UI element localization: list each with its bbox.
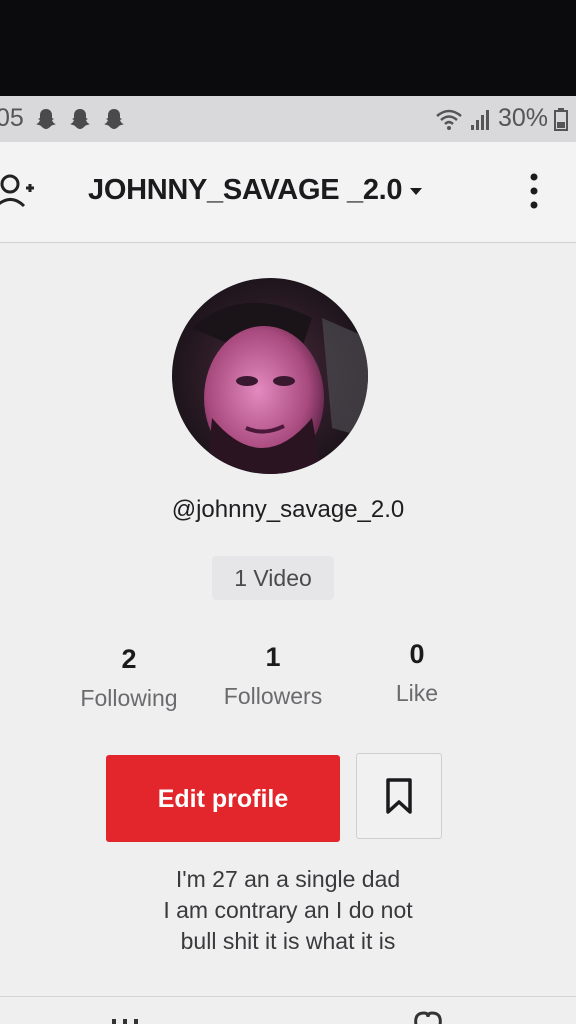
profile-handle: @johnny_savage_2.0 — [171, 496, 405, 523]
bookmark-icon — [386, 778, 412, 814]
caret-down-icon — [410, 187, 423, 195]
stat-following-value: 2 — [121, 644, 137, 674]
profile-avatar[interactable] — [172, 278, 368, 474]
avatar-photo — [172, 278, 368, 474]
videos-grid-icon[interactable] — [110, 1013, 140, 1024]
more-vertical-icon[interactable] — [526, 172, 542, 212]
stat-likes-value: 0 — [409, 639, 425, 669]
account-switcher[interactable]: JOHNNY_SAVAGE _2.0 — [88, 174, 424, 207]
status-time: 05 — [0, 104, 24, 132]
stat-likes[interactable]: 0 Like — [342, 639, 492, 707]
phone-screen: 05 30% JOHNNY_SAVAGE _2.0 @johnny_savage… — [0, 96, 576, 1024]
liked-videos-icon[interactable] — [410, 1007, 446, 1024]
bio-line: I'm 27 an a single dad — [175, 866, 401, 892]
bio-line: I am contrary an I do not — [163, 897, 413, 923]
wifi-icon — [436, 109, 462, 130]
edit-profile-button[interactable]: Edit profile — [106, 755, 340, 842]
video-count-badge: 1 Video — [212, 556, 334, 600]
status-bar: 05 30% — [0, 96, 576, 142]
snapchat-ghost-icon — [35, 108, 56, 129]
favorites-button[interactable] — [356, 753, 442, 839]
bio-line: bull shit it is what it is — [180, 928, 396, 954]
stat-followers[interactable]: 1 Followers — [198, 642, 348, 710]
snapchat-ghost-icon — [69, 108, 90, 129]
stat-followers-value: 1 — [265, 642, 281, 672]
profile-content-tabs — [0, 996, 576, 1024]
add-user-icon[interactable] — [0, 172, 36, 210]
status-left: 05 — [0, 104, 126, 133]
stat-following[interactable]: 2 Following — [54, 644, 204, 712]
profile-header: JOHNNY_SAVAGE _2.0 — [0, 142, 576, 243]
stat-likes-label: Like — [395, 680, 439, 706]
battery-icon — [554, 107, 568, 131]
stat-followers-label: Followers — [223, 683, 323, 709]
profile-bio: I'm 27 an a single dad I am contrary an … — [0, 864, 576, 957]
stat-following-label: Following — [80, 685, 178, 711]
battery-percent: 30% — [497, 104, 548, 132]
account-title: JOHNNY_SAVAGE _2.0 — [88, 174, 403, 206]
snapchat-ghost-icon — [103, 108, 124, 129]
status-right: 30% — [434, 104, 568, 133]
signal-icon — [470, 109, 489, 130]
